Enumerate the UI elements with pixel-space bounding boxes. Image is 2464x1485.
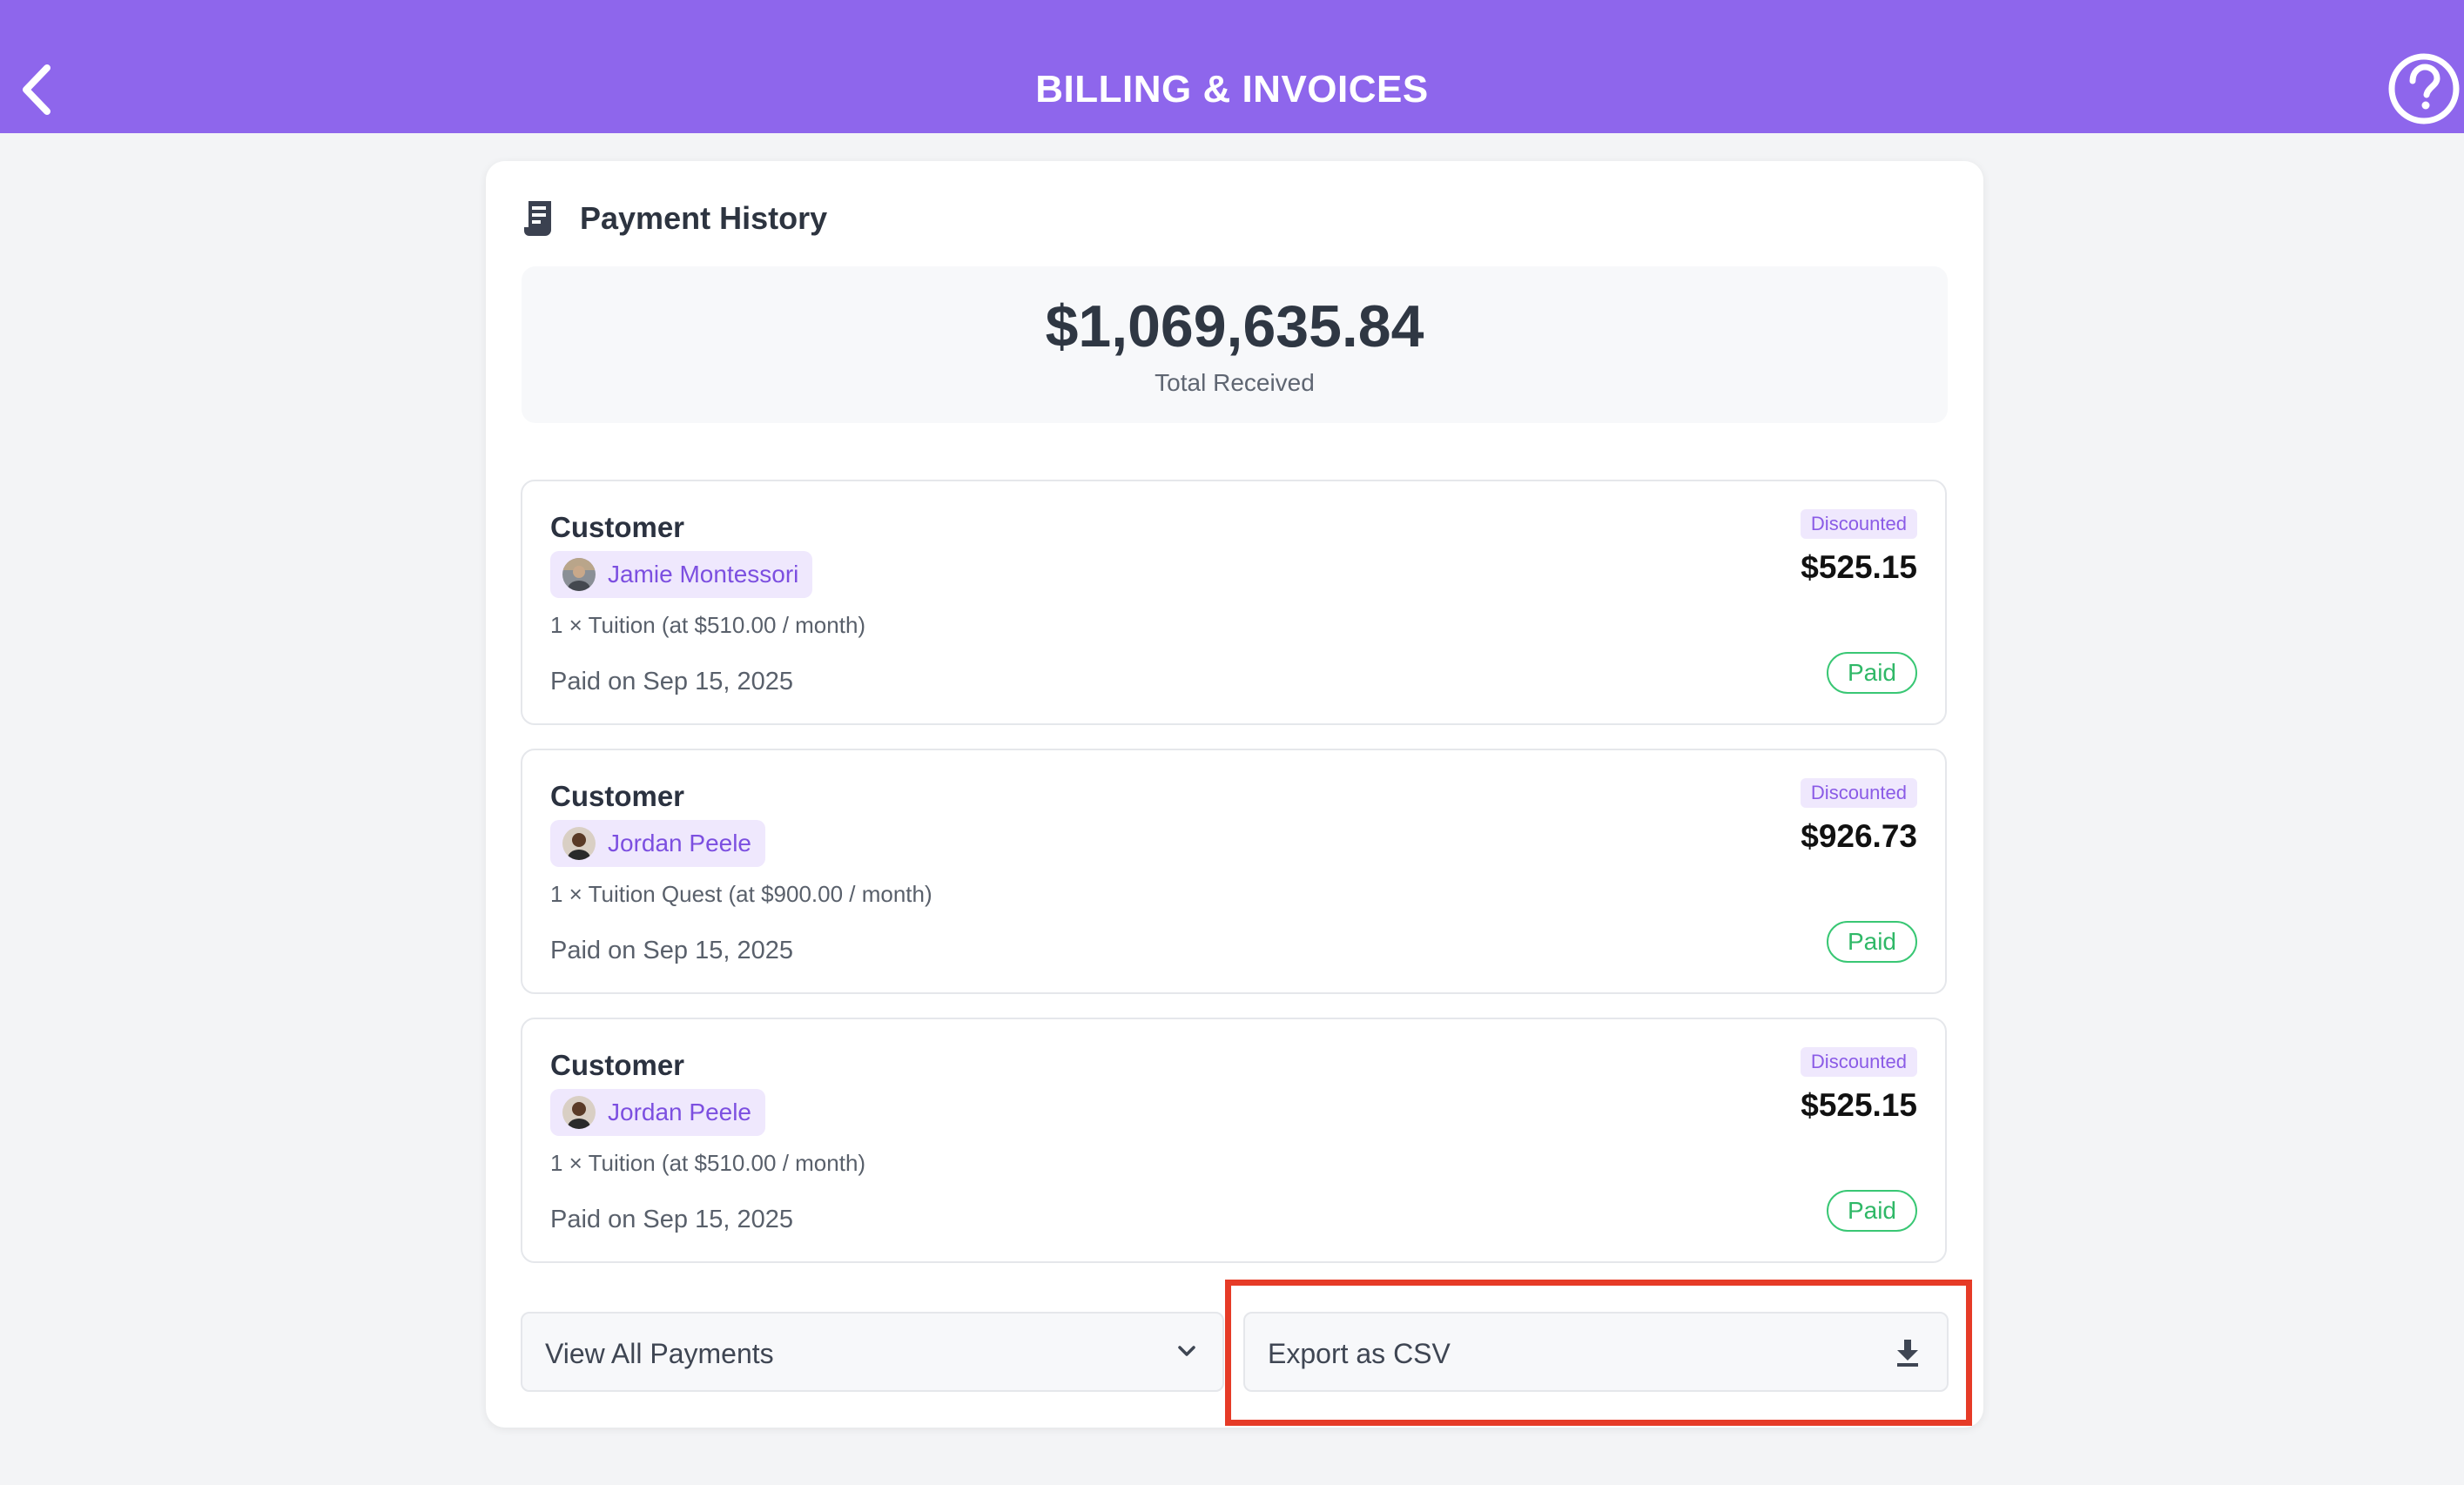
- help-button[interactable]: [2387, 52, 2461, 125]
- customer-name: Jordan Peele: [608, 830, 752, 857]
- line-item: 1 × Tuition (at $510.00 / month): [550, 1150, 866, 1176]
- payment-amount: $926.73: [1801, 818, 1917, 854]
- view-all-label: View All Payments: [545, 1338, 774, 1369]
- payment-history-header: Payment History: [522, 195, 827, 242]
- page-title: BILLING & INVOICES: [1035, 68, 1429, 111]
- chevron-down-icon: [1178, 1346, 1195, 1356]
- avatar: [562, 558, 596, 591]
- payment-amount: $525.15: [1801, 549, 1917, 585]
- payment-amount: $525.15: [1801, 1087, 1917, 1123]
- status-badge: Paid: [1826, 1190, 1917, 1232]
- download-icon: [1897, 1340, 1918, 1367]
- customer-label: Customer: [550, 511, 685, 543]
- receipt-icon: [524, 201, 551, 236]
- status-badge: Paid: [1826, 921, 1917, 963]
- customer-chip[interactable]: Jordan Peele: [550, 1089, 766, 1136]
- export-label: Export as CSV: [1268, 1338, 1451, 1369]
- payment-item[interactable]: Customer Jamie Montessori 1 × Tuition (a…: [521, 480, 1947, 725]
- customer-label: Customer: [550, 780, 685, 812]
- paid-date: Paid on Sep 15, 2025: [550, 1206, 793, 1233]
- section-title: Payment History: [580, 200, 828, 236]
- payment-item[interactable]: Customer Jordan Peele 1 × Tuition (at $5…: [521, 1018, 1947, 1263]
- line-item: 1 × Tuition (at $510.00 / month): [550, 612, 866, 638]
- avatar: [562, 1096, 596, 1129]
- app-header: BILLING & INVOICES: [0, 0, 2464, 133]
- view-all-payments-select[interactable]: View All Payments: [521, 1312, 1224, 1392]
- paid-date: Paid on Sep 15, 2025: [550, 668, 793, 695]
- total-received-box: $1,069,635.84 Total Received: [522, 266, 1948, 423]
- question-circle-icon: [2388, 53, 2460, 124]
- discount-badge: Discounted: [1800, 1047, 1917, 1077]
- discount-badge: Discounted: [1800, 778, 1917, 808]
- customer-name: Jordan Peele: [608, 1099, 752, 1126]
- customer-chip[interactable]: Jamie Montessori: [550, 551, 813, 598]
- customer-label: Customer: [550, 1049, 685, 1081]
- total-amount: $1,069,635.84: [1045, 293, 1424, 359]
- paid-date: Paid on Sep 15, 2025: [550, 937, 793, 964]
- payment-item[interactable]: Customer Jordan Peele 1 × Tuition Quest …: [521, 749, 1947, 994]
- status-badge: Paid: [1826, 652, 1917, 694]
- export-csv-button[interactable]: Export as CSV: [1243, 1312, 1949, 1392]
- line-item: 1 × Tuition Quest (at $900.00 / month): [550, 881, 932, 907]
- total-label: Total Received: [1155, 369, 1315, 396]
- customer-name: Jamie Montessori: [608, 561, 799, 588]
- customer-chip[interactable]: Jordan Peele: [550, 820, 766, 867]
- discount-badge: Discounted: [1800, 509, 1917, 539]
- avatar: [562, 827, 596, 860]
